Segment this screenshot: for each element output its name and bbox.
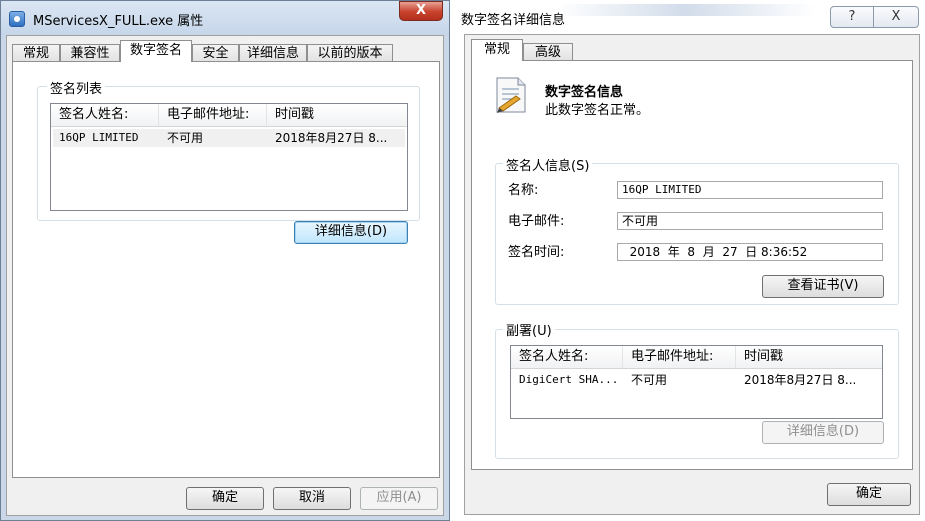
cancel-button[interactable]: 取消 <box>273 487 351 510</box>
email-label: 电子邮件: <box>508 214 565 229</box>
ok-button[interactable]: 确定 <box>827 483 911 506</box>
timestamp-cell: 2018年8月27日 8... <box>744 373 857 387</box>
column-header-name[interactable]: 签名人姓名: <box>511 346 623 368</box>
tab-general[interactable]: 常规 <box>471 39 523 61</box>
details-button[interactable]: 详细信息(D) <box>294 221 408 244</box>
column-header-name[interactable]: 签名人姓名: <box>51 104 159 126</box>
tab-label: 安全 <box>202 46 229 61</box>
signer-name-cell: DigiCert SHA... <box>519 373 619 386</box>
close-button[interactable]: X <box>873 6 919 28</box>
window-title: MServicesX_FULL.exe 属性 <box>33 14 204 29</box>
tab-label: 高级 <box>534 45 561 60</box>
column-header-timestamp[interactable]: 时间戳 <box>267 104 407 126</box>
close-button[interactable]: X <box>399 1 443 21</box>
window-title: 数字签名详细信息 <box>461 13 566 28</box>
signing-time-label: 签名时间: <box>508 245 565 260</box>
tab-label: 常规 <box>483 42 510 57</box>
countersignature-details-button[interactable]: 详细信息(D) <box>762 421 884 444</box>
certificate-icon <box>496 77 526 113</box>
email-cell: 不可用 <box>631 373 668 387</box>
column-header-email[interactable]: 电子邮件地址: <box>623 346 736 368</box>
tab-details[interactable]: 详细信息 <box>239 44 307 62</box>
tab-label: 兼容性 <box>70 46 110 61</box>
info-status: 此数字签名正常。 <box>545 103 650 118</box>
tab-advanced[interactable]: 高级 <box>523 43 573 61</box>
timestamp-cell: 2018年8月27日 8... <box>275 131 388 145</box>
tab-compatibility[interactable]: 兼容性 <box>60 44 120 62</box>
dialog-body: 常规 高级 数字签名信息 此数字签名正常。 签名人信息(S) 名称: 16QP … <box>464 34 920 515</box>
help-button[interactable]: ? <box>830 6 874 28</box>
name-field[interactable]: 16QP LIMITED <box>617 181 883 199</box>
tab-digital-signatures[interactable]: 数字签名 <box>120 40 192 62</box>
tab-general[interactable]: 常规 <box>12 44 60 62</box>
tab-previous-versions[interactable]: 以前的版本 <box>307 44 393 62</box>
properties-window: MServicesX_FULL.exe 属性 X 常规 兼容性 数字签名 安全 … <box>0 0 450 521</box>
list-item[interactable]: DigiCert SHA... 不可用 2018年8月27日 8... <box>513 371 880 389</box>
tab-label: 详细信息 <box>246 46 299 61</box>
countersignature-list[interactable]: 签名人姓名: 电子邮件地址: 时间戳 DigiCert SHA... 不可用 2… <box>510 345 883 419</box>
column-header-timestamp[interactable]: 时间戳 <box>736 346 881 368</box>
info-heading: 数字签名信息 <box>545 85 624 100</box>
tab-label: 以前的版本 <box>317 46 383 61</box>
tab-label: 数字签名 <box>129 43 182 58</box>
tab-label: 常规 <box>22 46 49 61</box>
view-certificate-button[interactable]: 查看证书(V) <box>762 275 884 298</box>
email-cell: 不可用 <box>167 131 204 145</box>
dialog-body: 常规 兼容性 数字签名 安全 详细信息 以前的版本 签名列表 签名人姓名: 电子… <box>6 35 444 516</box>
apply-button[interactable]: 应用(A) <box>360 487 438 510</box>
signing-time-field[interactable]: 2018 年 8 月 27 日 8:36:52 <box>617 243 883 261</box>
signature-details-window: 数字签名详细信息 ? X 常规 高级 数字签名信息 此数字签名正常。 签名人信息… <box>455 0 925 521</box>
tab-security[interactable]: 安全 <box>192 44 239 62</box>
tab-panel: 数字签名信息 此数字签名正常。 签名人信息(S) 名称: 16QP LIMITE… <box>471 60 913 470</box>
close-icon: X <box>891 9 901 24</box>
signer-info-label: 签名人信息(S) <box>503 155 593 174</box>
list-header: 签名人姓名: 电子邮件地址: 时间戳 <box>51 104 407 127</box>
title-bar[interactable]: MServicesX_FULL.exe 属性 X <box>1 1 449 35</box>
countersignature-label: 副署(U) <box>503 320 555 339</box>
signature-list[interactable]: 签名人姓名: 电子邮件地址: 时间戳 16QP LIMITED 不可用 2018… <box>50 103 408 211</box>
help-icon: ? <box>848 9 856 24</box>
title-bar-background <box>555 4 815 16</box>
name-label: 名称: <box>508 183 539 198</box>
list-item[interactable]: 16QP LIMITED 不可用 2018年8月27日 8... <box>53 129 405 147</box>
column-header-email[interactable]: 电子邮件地址: <box>159 104 267 126</box>
email-field[interactable]: 不可用 <box>617 212 883 230</box>
app-icon <box>9 11 25 27</box>
signature-list-label: 签名列表 <box>47 78 106 97</box>
tab-panel: 签名列表 签名人姓名: 电子邮件地址: 时间戳 16QP LIMITED 不可用… <box>12 61 440 478</box>
close-icon: X <box>415 3 427 18</box>
list-header: 签名人姓名: 电子邮件地址: 时间戳 <box>511 346 882 369</box>
ok-button[interactable]: 确定 <box>186 487 264 510</box>
signer-name-cell: 16QP LIMITED <box>59 131 139 144</box>
